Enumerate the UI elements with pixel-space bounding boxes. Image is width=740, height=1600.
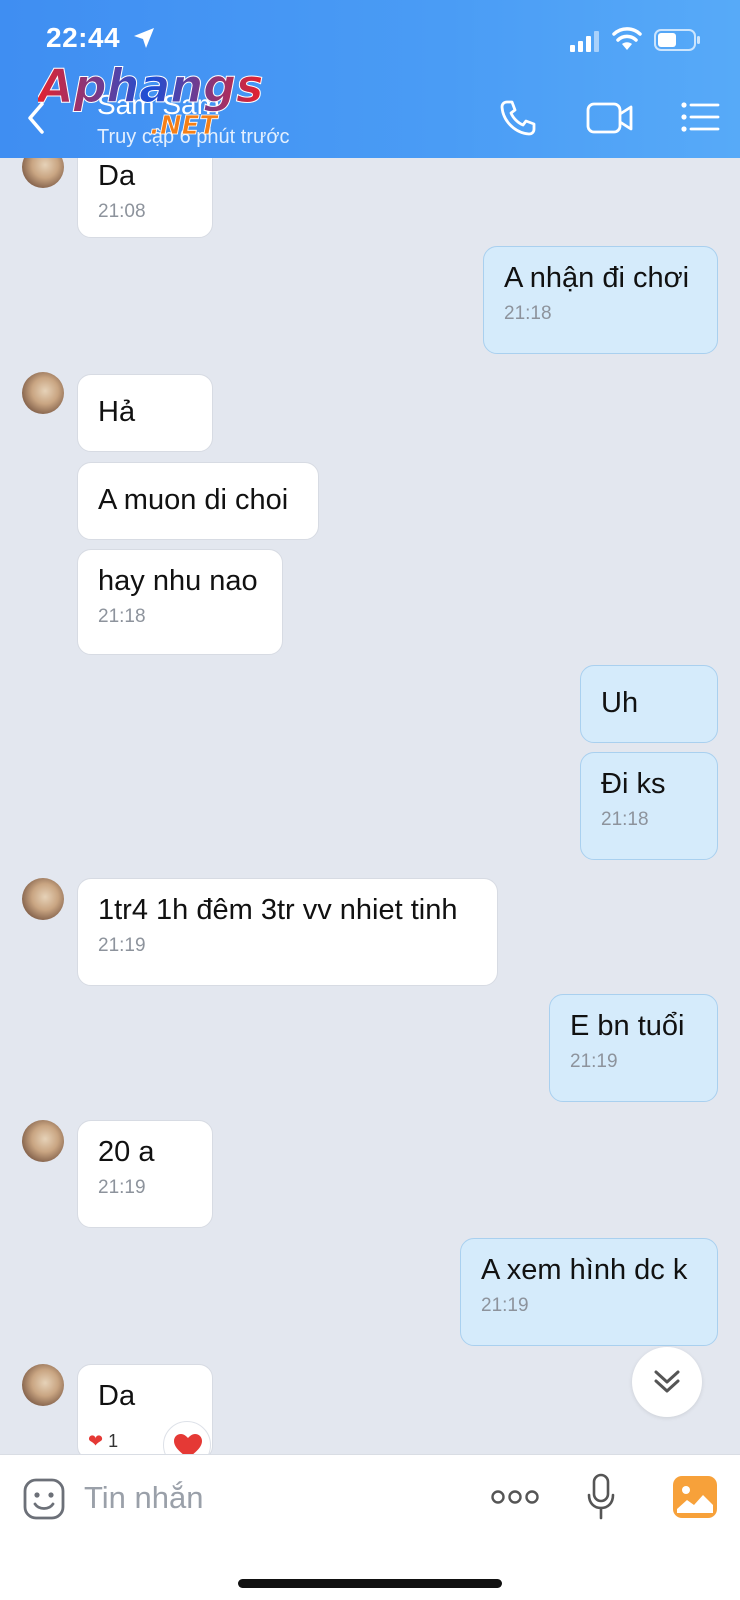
avatar[interactable] xyxy=(22,878,64,920)
double-chevron-down-icon xyxy=(654,1370,680,1393)
scroll-to-bottom-button[interactable] xyxy=(632,1347,702,1417)
battery-icon xyxy=(654,29,700,51)
avatar[interactable] xyxy=(22,372,64,414)
message-time: 21:19 xyxy=(481,1295,529,1316)
message-input-bar: Tin nhắn xyxy=(0,1454,740,1600)
message-bubble-incoming[interactable]: 20 a 21:19 xyxy=(77,1120,213,1228)
avatar[interactable] xyxy=(22,1120,64,1162)
message-text: 20 a xyxy=(98,1136,155,1168)
heart-icon: ❤ xyxy=(88,1431,104,1451)
more-options-icon[interactable] xyxy=(490,1485,540,1509)
status-time: 22:44 xyxy=(46,22,121,53)
reaction-count: 1 xyxy=(108,1431,119,1451)
message-time: 21:18 xyxy=(504,303,552,324)
message-text: hay nhu nao xyxy=(98,565,258,597)
location-arrow-icon xyxy=(134,28,154,48)
message-text: E bn tuổi xyxy=(570,1010,685,1042)
message-bubble-incoming[interactable]: Hả xyxy=(77,374,213,452)
message-time: 21:19 xyxy=(570,1051,618,1072)
message-text: 1tr4 1h đêm 3tr vv nhiet tinh xyxy=(98,894,458,926)
message-text: Đi ks xyxy=(601,768,666,800)
message-bubble-incoming[interactable]: hay nhu nao 21:18 xyxy=(77,549,283,655)
avatar[interactable] xyxy=(22,158,64,188)
message-text: Da xyxy=(98,160,136,192)
watermark-logo: Aphangs .NET xyxy=(38,59,264,141)
home-indicator xyxy=(238,1579,502,1588)
message-input[interactable]: Tin nhắn xyxy=(84,1473,464,1523)
message-text: A nhận đi chơi xyxy=(504,262,690,294)
message-bubble-incoming[interactable]: A muon di choi xyxy=(77,462,319,540)
message-bubble-outgoing[interactable]: E bn tuổi 21:19 xyxy=(549,994,718,1102)
message-time: 21:08 xyxy=(98,201,146,222)
message-bubble-outgoing[interactable]: A xem hình dc k 21:19 xyxy=(460,1238,718,1346)
message-text: A xem hình dc k xyxy=(481,1254,688,1286)
menu-list-icon[interactable] xyxy=(680,100,720,134)
video-call-icon[interactable] xyxy=(586,100,634,136)
message-text: Hả xyxy=(98,396,136,428)
phone-call-icon[interactable] xyxy=(498,98,538,138)
message-time: 21:18 xyxy=(98,606,146,627)
react-button[interactable] xyxy=(163,1421,211,1454)
message-text: Da xyxy=(98,1380,136,1412)
photo-gallery-icon[interactable] xyxy=(672,1475,718,1519)
message-bubble-outgoing[interactable]: Đi ks 21:18 xyxy=(580,752,718,860)
wifi-icon xyxy=(612,27,642,50)
reaction-summary[interactable]: ❤ 1 xyxy=(88,1431,148,1454)
message-text: A muon di choi xyxy=(98,484,289,516)
svg-text:Aphangs: Aphangs xyxy=(38,59,263,113)
message-text: Uh xyxy=(601,687,639,719)
message-time: 21:19 xyxy=(98,935,146,956)
message-bubble-outgoing[interactable]: A nhận đi chơi 21:18 xyxy=(483,246,718,354)
message-bubble-incoming[interactable]: 1tr4 1h đêm 3tr vv nhiet tinh 21:19 xyxy=(77,878,498,986)
microphone-icon[interactable] xyxy=(586,1473,616,1521)
sticker-icon[interactable] xyxy=(22,1477,66,1521)
heart-icon xyxy=(174,1434,202,1454)
chat-messages-area[interactable]: Da 21:08 A nhận đi chơi 21:18 Hả A muon … xyxy=(0,158,740,1454)
message-time: 21:19 xyxy=(98,1177,146,1198)
message-bubble-incoming[interactable]: Da 21:08 xyxy=(77,158,213,238)
message-bubble-outgoing[interactable]: Uh xyxy=(580,665,718,743)
signal-icon xyxy=(570,31,599,52)
svg-text:.NET: .NET xyxy=(150,111,219,140)
avatar[interactable] xyxy=(22,1364,64,1406)
message-time: 21:18 xyxy=(601,809,649,830)
